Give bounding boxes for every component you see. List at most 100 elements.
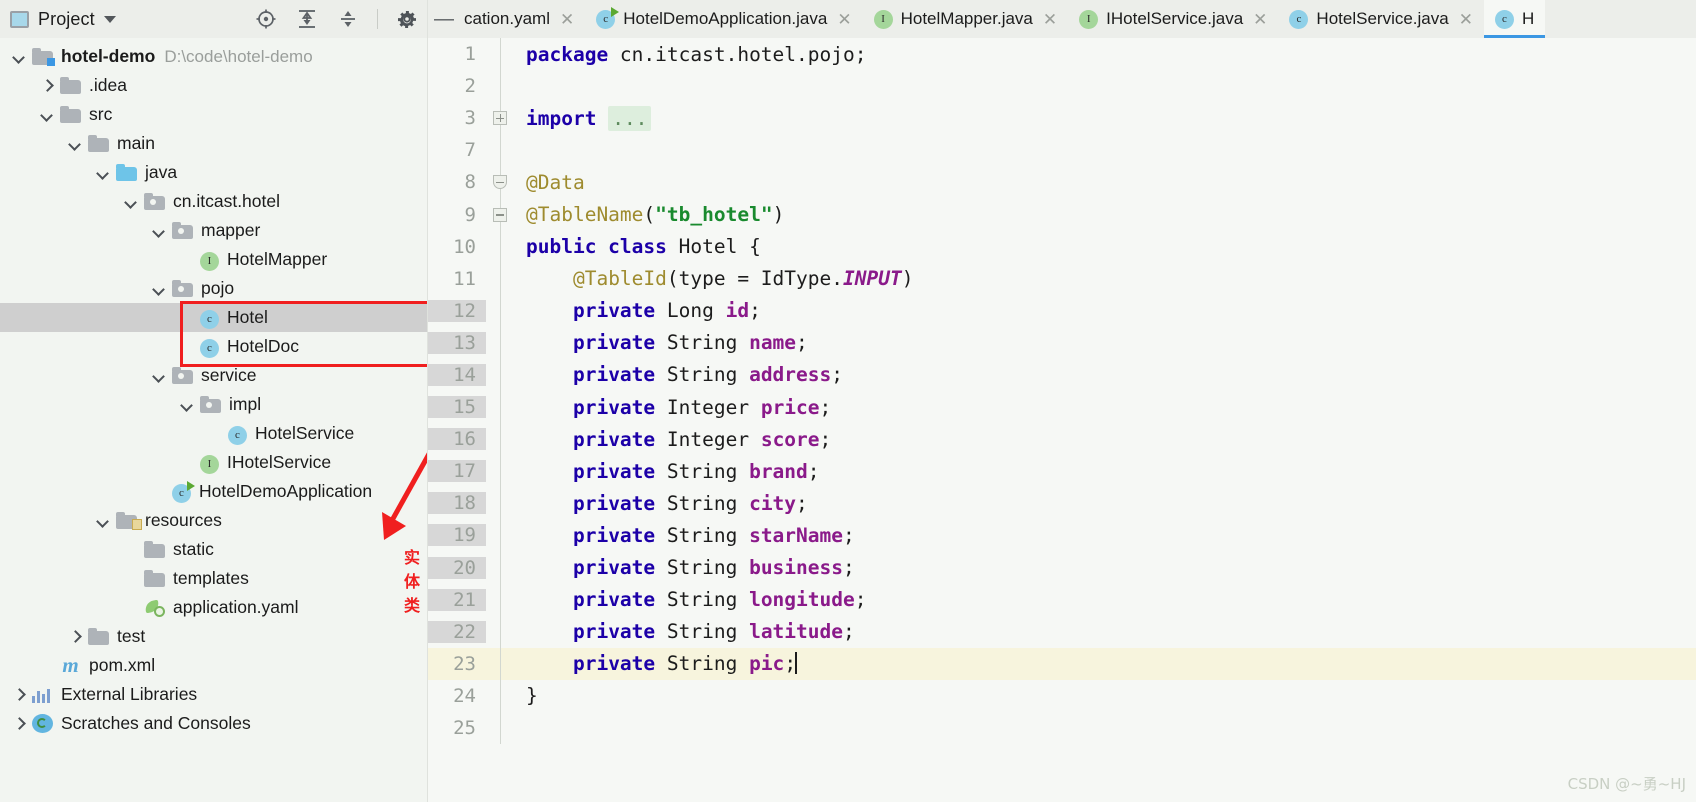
- fold-gutter[interactable]: [486, 487, 514, 519]
- fold-gutter[interactable]: [486, 166, 514, 198]
- tree-item-pojo[interactable]: pojo: [0, 274, 427, 303]
- code-line[interactable]: 21 private String longitude;: [428, 584, 1696, 616]
- code-line[interactable]: 1package cn.itcast.hotel.pojo;: [428, 38, 1696, 70]
- fold-gutter[interactable]: [486, 70, 514, 102]
- minimize-icon[interactable]: —: [428, 0, 464, 38]
- chevron-right-icon[interactable]: [12, 716, 28, 732]
- code-line[interactable]: 18 private String city;: [428, 487, 1696, 519]
- close-icon[interactable]: ✕: [1253, 11, 1267, 28]
- code-area[interactable]: 1package cn.itcast.hotel.pojo;23import .…: [428, 38, 1696, 802]
- code-line[interactable]: 23 private String pic;: [428, 648, 1696, 680]
- code-line[interactable]: 25: [428, 712, 1696, 744]
- chevron-right-icon[interactable]: [12, 687, 28, 703]
- chevron-right-icon[interactable]: [68, 629, 84, 645]
- fold-gutter[interactable]: [486, 38, 514, 70]
- code-line[interactable]: 15 private Integer price;: [428, 391, 1696, 423]
- chevron-down-icon[interactable]: [40, 107, 56, 123]
- fold-gutter[interactable]: [486, 198, 514, 230]
- editor-tab-hoteldemoapplication[interactable]: c HotelDemoApplication.java ✕: [585, 0, 862, 38]
- code-line[interactable]: 2: [428, 70, 1696, 102]
- chevron-down-icon[interactable]: [124, 194, 140, 210]
- collapse-all-icon[interactable]: [336, 7, 360, 31]
- chevron-down-icon[interactable]: [96, 513, 112, 529]
- code-line[interactable]: 10public class Hotel {: [428, 231, 1696, 263]
- editor-tab-application-yaml[interactable]: cation.yaml ✕: [464, 0, 585, 38]
- fold-gutter[interactable]: [486, 552, 514, 584]
- tree-item-test[interactable]: test: [0, 622, 427, 651]
- tree-item-java[interactable]: java: [0, 158, 427, 187]
- code-line[interactable]: 24}: [428, 680, 1696, 712]
- chevron-down-icon[interactable]: [152, 223, 168, 239]
- code-line[interactable]: 16 private Integer score;: [428, 423, 1696, 455]
- chevron-down-icon[interactable]: [180, 397, 196, 413]
- fold-collapse-icon[interactable]: [493, 208, 507, 222]
- tree-item-external-libraries[interactable]: External Libraries: [0, 680, 427, 709]
- fold-gutter[interactable]: [486, 359, 514, 391]
- fold-gutter[interactable]: [486, 712, 514, 744]
- code-line[interactable]: 8@Data: [428, 166, 1696, 198]
- chevron-right-icon[interactable]: [40, 78, 56, 94]
- fold-gutter[interactable]: [486, 616, 514, 648]
- tree-item-static[interactable]: static: [0, 535, 427, 564]
- fold-gutter[interactable]: [486, 584, 514, 616]
- chevron-down-icon[interactable]: [152, 281, 168, 297]
- code-line[interactable]: 19 private String starName;: [428, 519, 1696, 551]
- expand-all-icon[interactable]: [295, 7, 319, 31]
- fold-gutter[interactable]: [486, 423, 514, 455]
- fold-gutter[interactable]: [486, 295, 514, 327]
- chevron-down-icon[interactable]: [12, 49, 28, 65]
- tree-item-service[interactable]: service: [0, 361, 427, 390]
- tree-item-application-yaml[interactable]: application.yaml: [0, 593, 427, 622]
- tree-item-templates[interactable]: templates: [0, 564, 427, 593]
- tree-item-scratches-and-consoles[interactable]: Scratches and Consoles: [0, 709, 427, 738]
- fold-gutter[interactable]: [486, 391, 514, 423]
- editor-tab-hotel[interactable]: c H: [1484, 0, 1545, 38]
- tree-item-mapper[interactable]: mapper: [0, 216, 427, 245]
- editor-tab-ihotelservice[interactable]: I IHotelService.java ✕: [1068, 0, 1278, 38]
- chevron-down-icon[interactable]: [68, 136, 84, 152]
- fold-gutter[interactable]: [486, 455, 514, 487]
- editor-tab-hotelservice[interactable]: c HotelService.java ✕: [1278, 0, 1484, 38]
- close-icon[interactable]: ✕: [837, 11, 851, 28]
- tree-item-main[interactable]: main: [0, 129, 427, 158]
- fold-gutter[interactable]: [486, 134, 514, 166]
- code-line[interactable]: 17 private String brand;: [428, 455, 1696, 487]
- tree-item-hotelservice[interactable]: cHotelService: [0, 419, 427, 448]
- tree-item-hoteldoc[interactable]: cHotelDoc: [0, 332, 427, 361]
- fold-collapse-icon[interactable]: [493, 175, 507, 189]
- fold-gutter[interactable]: [486, 327, 514, 359]
- tree-item-hotel[interactable]: cHotel: [0, 303, 427, 332]
- tree-item-ihotelservice[interactable]: IIHotelService: [0, 448, 427, 477]
- tree-item-hotel-demo[interactable]: hotel-demoD:\code\hotel-demo: [0, 42, 427, 71]
- code-line[interactable]: 22 private String latitude;: [428, 616, 1696, 648]
- code-line[interactable]: 12 private Long id;: [428, 295, 1696, 327]
- tree-item-pom-xml[interactable]: mpom.xml: [0, 651, 427, 680]
- tree-item-resources[interactable]: resources: [0, 506, 427, 535]
- code-line[interactable]: 11 @TableId(type = IdType.INPUT): [428, 263, 1696, 295]
- code-line[interactable]: 20 private String business;: [428, 552, 1696, 584]
- chevron-down-icon[interactable]: [96, 165, 112, 181]
- tree-item-src[interactable]: src: [0, 100, 427, 129]
- locate-icon[interactable]: [254, 7, 278, 31]
- project-tree[interactable]: hotel-demoD:\code\hotel-demo.ideasrcmain…: [0, 38, 428, 802]
- editor-tab-hotelmapper[interactable]: I HotelMapper.java ✕: [863, 0, 1069, 38]
- fold-gutter[interactable]: [486, 102, 514, 134]
- close-icon[interactable]: ✕: [1043, 11, 1057, 28]
- fold-gutter[interactable]: [486, 231, 514, 263]
- tree-item-hoteldemoapplication[interactable]: cHotelDemoApplication: [0, 477, 427, 506]
- tree-item--idea[interactable]: .idea: [0, 71, 427, 100]
- code-line[interactable]: 14 private String address;: [428, 359, 1696, 391]
- code-line[interactable]: 9@TableName("tb_hotel"): [428, 198, 1696, 230]
- chevron-down-icon[interactable]: [152, 368, 168, 384]
- code-line[interactable]: 13 private String name;: [428, 327, 1696, 359]
- tree-item-impl[interactable]: impl: [0, 390, 427, 419]
- code-line[interactable]: 3import ...: [428, 102, 1696, 134]
- fold-gutter[interactable]: [486, 648, 514, 680]
- close-icon[interactable]: ✕: [1459, 11, 1473, 28]
- fold-gutter[interactable]: [486, 680, 514, 712]
- fold-gutter[interactable]: [486, 263, 514, 295]
- gear-icon[interactable]: [395, 7, 419, 31]
- code-editor[interactable]: 1package cn.itcast.hotel.pojo;23import .…: [428, 38, 1696, 802]
- fold-gutter[interactable]: [486, 519, 514, 551]
- close-icon[interactable]: ✕: [560, 11, 574, 28]
